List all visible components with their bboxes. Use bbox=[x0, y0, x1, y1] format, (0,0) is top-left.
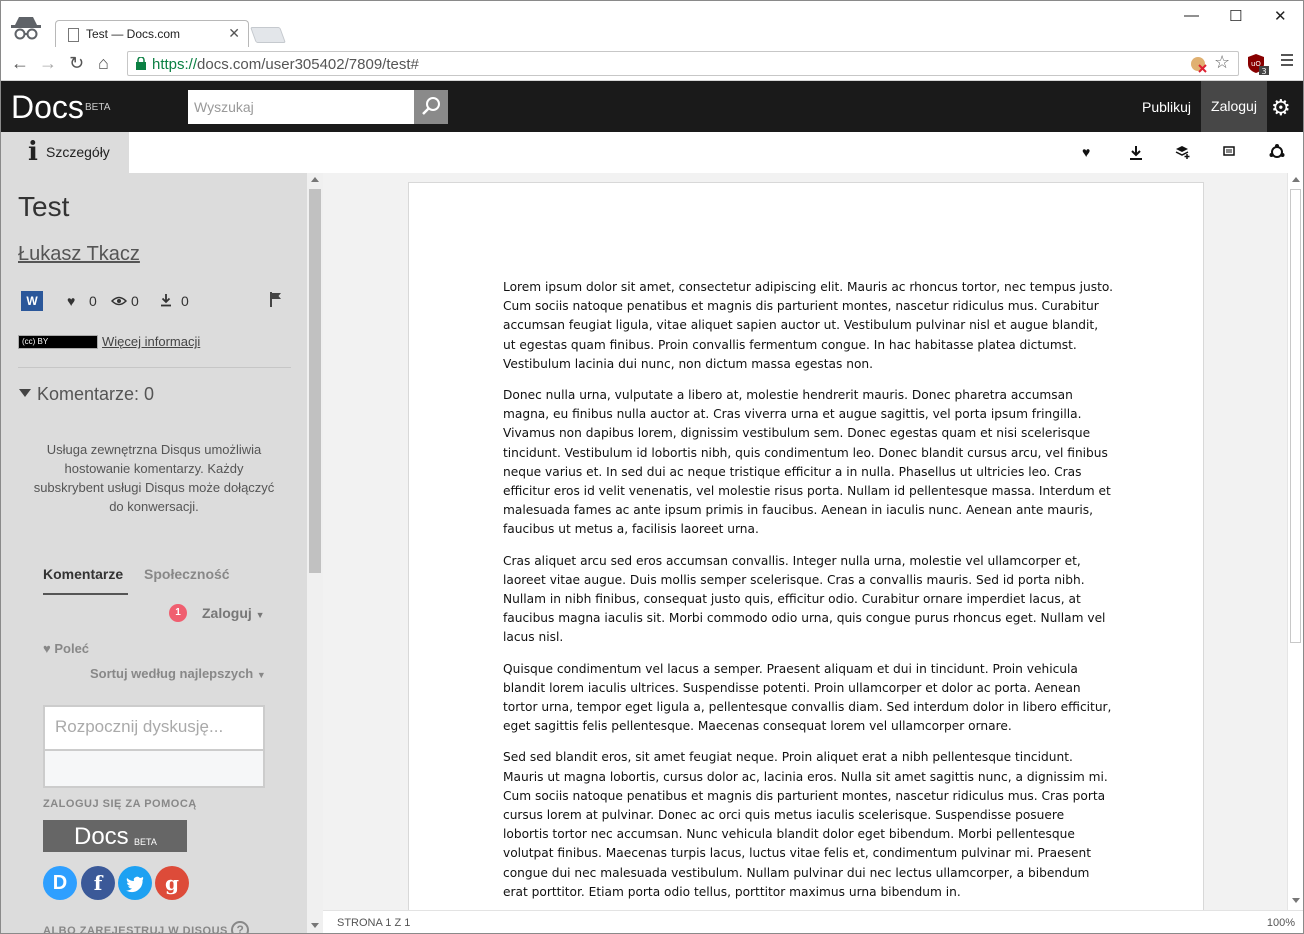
sort-dropdown[interactable]: Sortuj według najlepszych ▼ bbox=[90, 666, 266, 681]
tab-community[interactable]: Społeczność bbox=[144, 566, 230, 582]
divider bbox=[18, 367, 291, 368]
share-icon[interactable] bbox=[1269, 144, 1285, 160]
details-sidebar: Test Łukasz Tkacz W ♥ 0 0 0 (cc) BY Więc… bbox=[1, 173, 307, 933]
facebook-login-icon[interactable]: f bbox=[81, 866, 115, 900]
register-disqus-label[interactable]: ALBO ZAREJESTRUJ W DISQUS ? bbox=[43, 921, 250, 933]
zoom-level[interactable]: 100% bbox=[1267, 917, 1295, 929]
tab-details-label: Szczegóły bbox=[46, 144, 110, 160]
add-to-collection-icon[interactable] bbox=[1175, 145, 1191, 159]
close-tab-icon[interactable]: ✕ bbox=[228, 25, 240, 42]
login-button[interactable]: Zaloguj bbox=[1201, 81, 1267, 132]
paragraph: Quisque condimentum vel lacus a semper. … bbox=[503, 661, 1112, 734]
tab-strip: Test — Docs.com ✕ — ☐ ✕ bbox=[1, 1, 1303, 48]
browser-window: Test — Docs.com ✕ — ☐ ✕ ← → ↻ ⌂ https://… bbox=[0, 0, 1304, 934]
like-heart-icon[interactable]: ♥ bbox=[1082, 144, 1090, 160]
scroll-up-arrow-icon[interactable] bbox=[1292, 177, 1300, 182]
docs-login-button[interactable]: Docs BETA bbox=[43, 820, 187, 852]
document-page: Lorem ipsum dolor sit amet, consectetur … bbox=[408, 182, 1204, 922]
url-text: https://docs.com/user305402/7809/test# bbox=[152, 56, 419, 73]
publish-link[interactable]: Publikuj bbox=[1142, 99, 1191, 115]
address-bar[interactable]: https://docs.com/user305402/7809/test# ☆ bbox=[127, 51, 1239, 76]
reload-icon[interactable]: ↻ bbox=[69, 53, 84, 74]
close-window-icon[interactable]: ✕ bbox=[1274, 7, 1287, 25]
viewer-scrollbar[interactable] bbox=[1287, 173, 1303, 910]
beta-label: BETA bbox=[85, 102, 111, 113]
viewer-status-bar: STRONA 1 Z 1 100% bbox=[323, 910, 1303, 933]
viewer-scroll-thumb[interactable] bbox=[1290, 189, 1301, 643]
back-arrow-icon[interactable]: ← bbox=[11, 53, 29, 74]
more-info-link[interactable]: Więcej informacji bbox=[102, 334, 200, 349]
downloads-count: 0 bbox=[181, 293, 189, 309]
gear-icon[interactable]: ⚙ bbox=[1271, 95, 1291, 121]
google-login-icon[interactable]: g bbox=[155, 866, 189, 900]
page-indicator: STRONA 1 Z 1 bbox=[337, 917, 411, 929]
tab-title: Test — Docs.com bbox=[86, 27, 181, 41]
document-text: Lorem ipsum dolor sit amet, consectetur … bbox=[503, 278, 1113, 914]
svg-text:3: 3 bbox=[1262, 67, 1267, 75]
disqus-info-text: Usługa zewnętrzna Disqus umożliwia hosto… bbox=[33, 442, 275, 514]
scroll-down-arrow-icon[interactable] bbox=[1292, 898, 1300, 903]
paragraph: Lorem ipsum dolor sit amet, consectetur … bbox=[503, 280, 1113, 371]
document-title: Test bbox=[18, 191, 70, 222]
incognito-icon bbox=[11, 17, 41, 40]
flag-icon[interactable] bbox=[269, 291, 283, 307]
scroll-down-arrow-icon[interactable] bbox=[311, 923, 319, 928]
help-icon[interactable]: ? bbox=[231, 921, 250, 933]
scroll-up-arrow-icon[interactable] bbox=[311, 177, 319, 182]
word-file-icon: W bbox=[21, 291, 43, 311]
caret-down-icon bbox=[19, 389, 31, 397]
active-tab-underline bbox=[43, 593, 128, 595]
bookmark-star-icon[interactable]: ☆ bbox=[1214, 52, 1230, 73]
disqus-login-icon[interactable]: D bbox=[43, 866, 77, 900]
browser-tab[interactable]: Test — Docs.com ✕ bbox=[55, 20, 249, 48]
info-icon: i bbox=[28, 137, 38, 167]
maximize-icon[interactable]: ☐ bbox=[1229, 7, 1242, 25]
tab-comments[interactable]: Komentarze bbox=[43, 566, 123, 582]
likes-count: 0 bbox=[89, 293, 97, 309]
new-tab-button[interactable] bbox=[250, 27, 286, 43]
search-icon bbox=[422, 97, 440, 115]
minimize-icon[interactable]: — bbox=[1184, 7, 1199, 24]
start-discussion-input[interactable]: Rozpocznij dyskusję... bbox=[43, 705, 265, 751]
browser-toolbar: ← → ↻ ⌂ https://docs.com/user305402/7809… bbox=[1, 47, 1303, 81]
tab-details[interactable]: i Szczegóły bbox=[1, 132, 129, 173]
ublock-icon[interactable]: uO 3 bbox=[1247, 53, 1269, 75]
paragraph: Sed sed blandit eros, sit amet feugiat n… bbox=[503, 750, 1108, 899]
author-link[interactable]: Łukasz Tkacz bbox=[18, 243, 140, 266]
lock-icon bbox=[136, 57, 146, 70]
discussion-input-footer[interactable] bbox=[43, 751, 265, 788]
disqus-login-dropdown[interactable]: Zaloguj ▼ bbox=[202, 605, 265, 621]
comments-heading[interactable]: Komentarze: 0 bbox=[19, 384, 154, 405]
sidebar-scroll-thumb[interactable] bbox=[309, 189, 321, 573]
heart-icon: ♥ bbox=[43, 641, 51, 656]
search-input[interactable] bbox=[188, 90, 414, 124]
twitter-login-icon[interactable] bbox=[118, 866, 152, 900]
notification-badge[interactable]: 1 bbox=[169, 604, 187, 622]
home-icon[interactable]: ⌂ bbox=[98, 53, 109, 74]
search-button[interactable] bbox=[414, 90, 448, 124]
forward-arrow-icon[interactable]: → bbox=[39, 53, 57, 74]
browser-menu-icon[interactable] bbox=[1281, 54, 1293, 69]
views-count: 0 bbox=[131, 293, 139, 309]
sidebar-scrollbar[interactable] bbox=[307, 173, 323, 933]
page-icon bbox=[68, 28, 79, 42]
heart-icon: ♥ bbox=[67, 293, 76, 309]
cookie-blocked-icon[interactable] bbox=[1190, 56, 1208, 74]
cc-license-badge[interactable]: (cc) BY bbox=[18, 335, 98, 349]
site-header: Docs BETA Publikuj Zaloguj ⚙ bbox=[1, 81, 1303, 132]
docs-logo[interactable]: Docs bbox=[11, 89, 84, 126]
recommend-button[interactable]: ♥ Poleć bbox=[43, 641, 89, 656]
embed-icon[interactable] bbox=[1223, 145, 1235, 157]
paragraph: Donec nulla urna, vulputate a libero at,… bbox=[503, 388, 1111, 537]
document-viewer: Lorem ipsum dolor sit amet, consectetur … bbox=[323, 173, 1303, 922]
paragraph: Cras aliquet arcu sed eros accumsan conv… bbox=[503, 553, 1106, 645]
chevron-down-icon: ▼ bbox=[255, 610, 265, 620]
chevron-down-icon: ▼ bbox=[256, 670, 266, 680]
download-icon[interactable] bbox=[1129, 145, 1143, 161]
document-tab-row: i Szczegóły ♥ bbox=[1, 132, 1303, 173]
downloads-icon bbox=[161, 294, 171, 307]
sign-in-with-label: ZALOGUJ SIĘ ZA POMOCĄ bbox=[43, 798, 197, 810]
document-stats: W ♥ 0 0 0 bbox=[21, 291, 291, 313]
eye-icon bbox=[111, 296, 127, 306]
